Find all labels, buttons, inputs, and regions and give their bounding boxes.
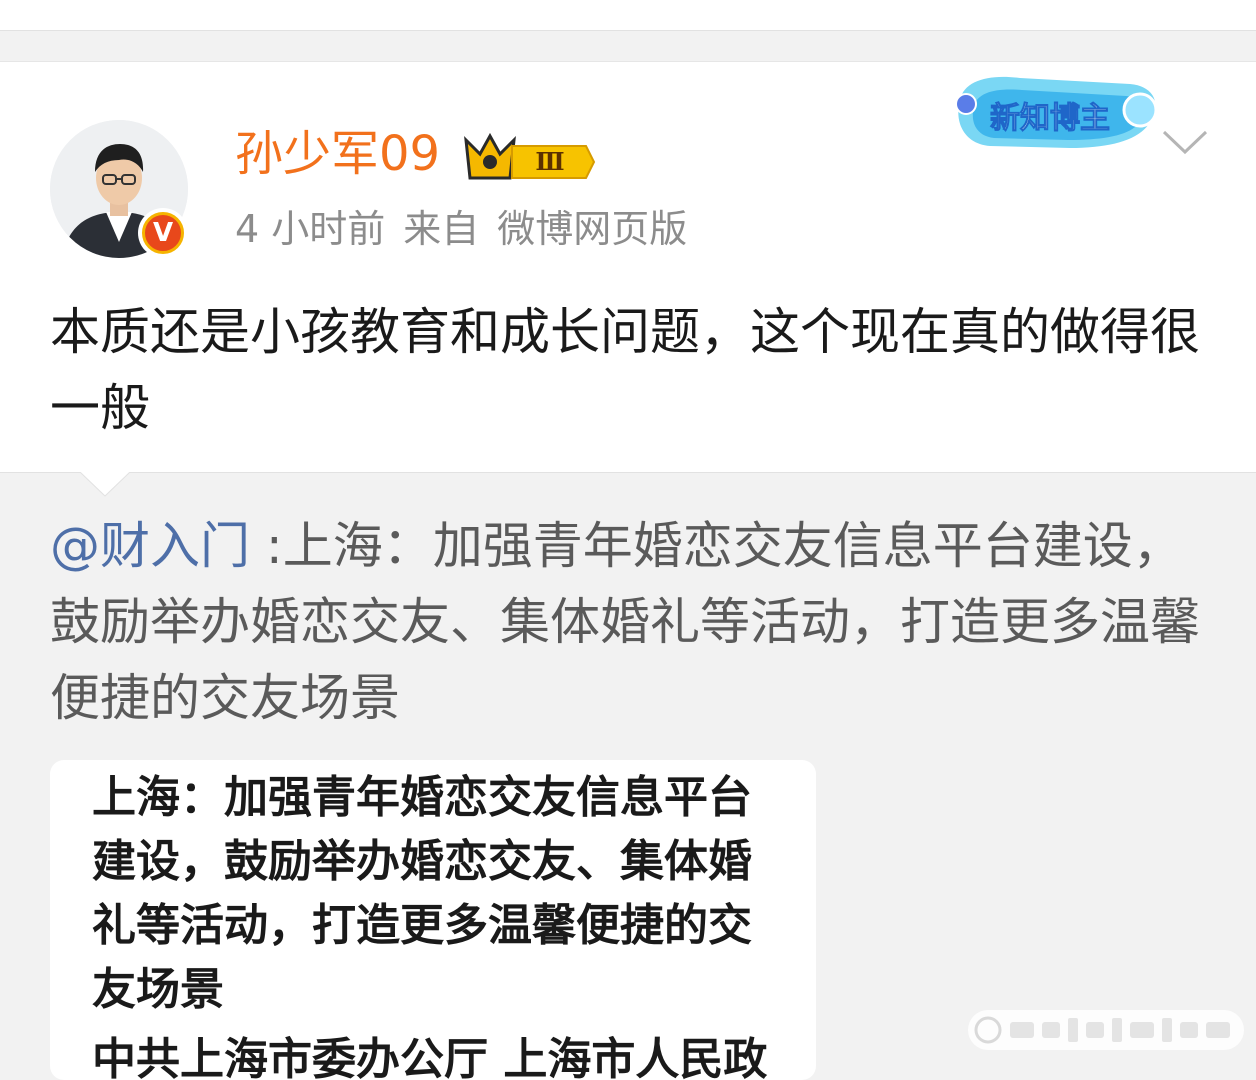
post-meta: 4 小时前 来自 微博网页版 [235, 204, 705, 254]
chevron-down-icon[interactable] [1160, 128, 1210, 158]
verified-icon: V [138, 208, 188, 258]
top-badge-text: 新知博主 [990, 101, 1110, 136]
repost-image[interactable]: 上海：加强青年婚恋交友信息平台建设，鼓励举办婚恋交友、集体婚礼等活动，打造更多温… [50, 760, 816, 1080]
image-title: 上海：加强青年婚恋交友信息平台建设，鼓励举办婚恋交友、集体婚礼等活动，打造更多温… [92, 772, 752, 1015]
verified-mark: V [142, 212, 184, 254]
source-prefix: 来自 [403, 207, 480, 251]
new-knowledge-blogger-badge[interactable]: 新知博主 [950, 70, 1170, 154]
member-level-text: Ⅲ [535, 147, 564, 176]
watermark-dots [968, 1010, 1244, 1050]
username[interactable]: 孙少军09 [235, 124, 440, 184]
post-text: 本质还是小孩教育和成长问题，这个现在真的做得很一般 [50, 303, 1200, 437]
post-source[interactable]: 微博网页版 [497, 207, 687, 251]
image-next-line: 中共上海市委办公厅 上海市人民政 [92, 1034, 768, 1080]
repost-mention[interactable]: @财入门 [50, 517, 250, 575]
repost-divider [0, 472, 1256, 473]
repost-caret [80, 472, 130, 497]
top-bar [0, 0, 1256, 31]
repost-text: @财入门 :上海：加强青年婚恋交友信息平台建设，鼓励举办婚恋交友、集体婚礼等活动… [50, 508, 1210, 736]
post-time: 4 小时前 [235, 207, 386, 251]
feed-gap [0, 31, 1256, 62]
member-level-icon: Ⅲ [464, 132, 596, 180]
